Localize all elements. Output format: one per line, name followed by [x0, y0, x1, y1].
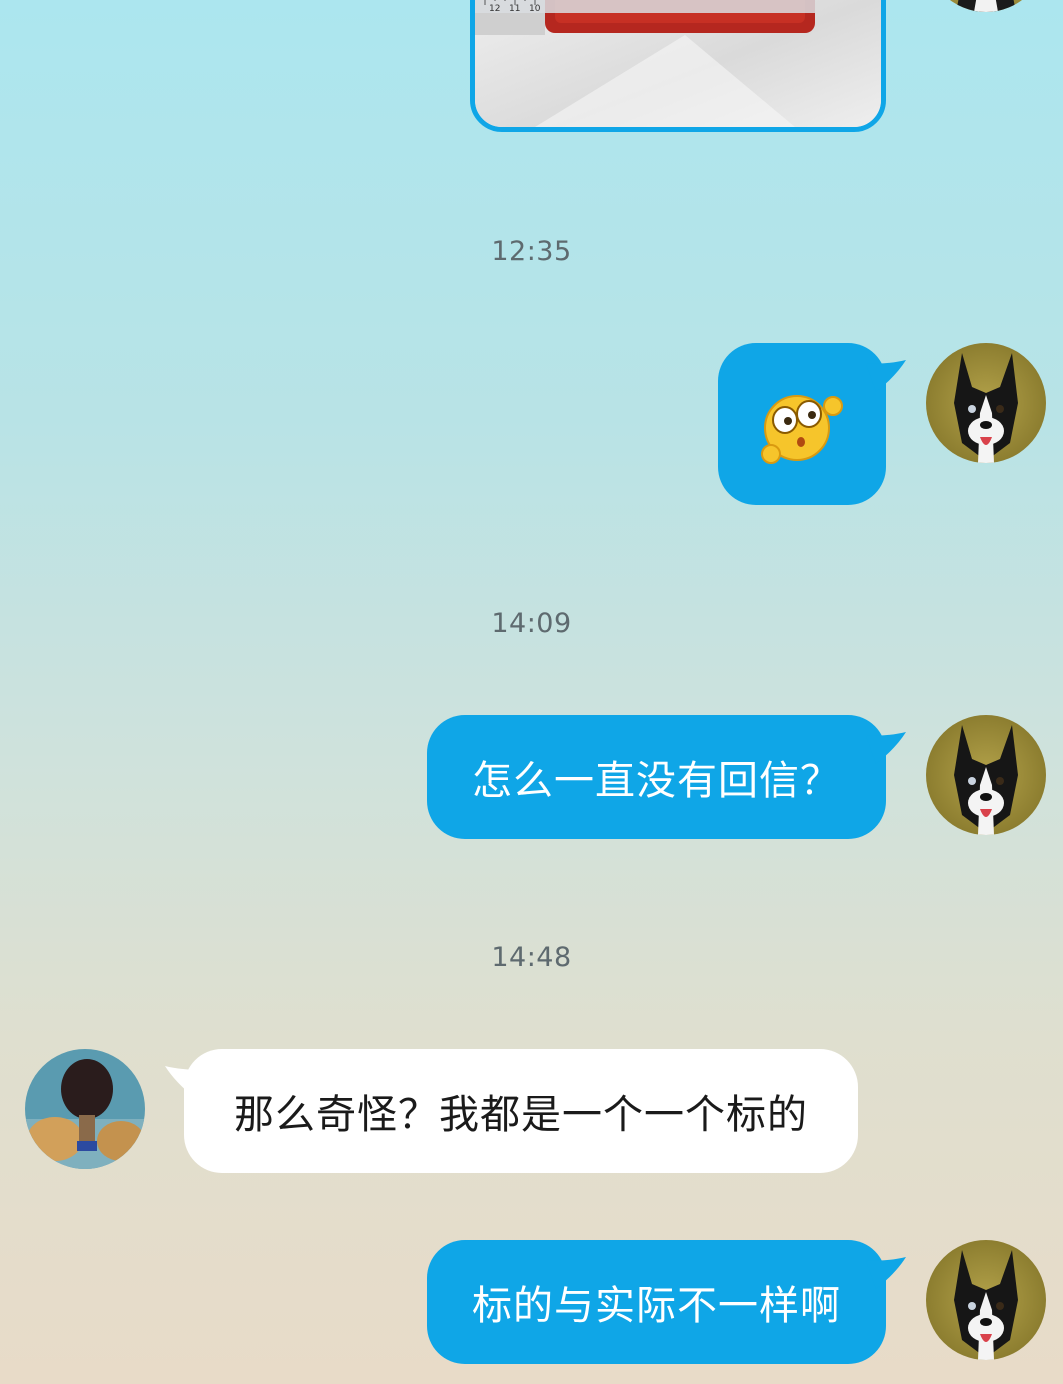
self-avatar[interactable] [926, 1240, 1046, 1360]
ruler-mark: 12 [489, 4, 500, 14]
timestamp: 14:48 [491, 942, 572, 973]
table-tennis-paddle-icon [25, 1049, 145, 1169]
dog-icon [926, 343, 1046, 463]
message-text: 怎么一直没有回信？ [472, 758, 841, 804]
message-bubble[interactable]: 怎么一直没有回信？ [427, 715, 886, 839]
message-bubble[interactable]: 那么奇怪？我都是一个一个标的 [184, 1049, 858, 1173]
dog-icon [926, 715, 1046, 835]
self-avatar[interactable] [926, 715, 1046, 835]
emoji-message-bubble[interactable] [718, 343, 886, 505]
bubble-tail [866, 732, 906, 764]
self-avatar[interactable] [926, 343, 1046, 463]
bubble-tail [866, 360, 906, 392]
photo-thumbnail: 12 11 10 [475, 0, 881, 127]
self-avatar[interactable] [926, 0, 1046, 12]
dog-icon [926, 1240, 1046, 1360]
message-text: 那么奇怪？我都是一个一个标的 [234, 1092, 808, 1138]
timestamp: 14:09 [491, 608, 572, 639]
message-text: 标的与实际不一样啊 [472, 1283, 841, 1329]
bubble-tail [866, 1257, 906, 1289]
ruler-mark: 10 [529, 4, 541, 14]
dog-icon [926, 0, 1046, 12]
message-bubble[interactable]: 标的与实际不一样啊 [427, 1240, 886, 1364]
shocked-face-emoji-icon [761, 395, 843, 464]
contact-avatar[interactable] [25, 1049, 145, 1169]
image-message[interactable]: 12 11 10 [470, 0, 886, 132]
timestamp: 12:35 [491, 236, 572, 267]
ruler-mark: 11 [509, 4, 520, 14]
